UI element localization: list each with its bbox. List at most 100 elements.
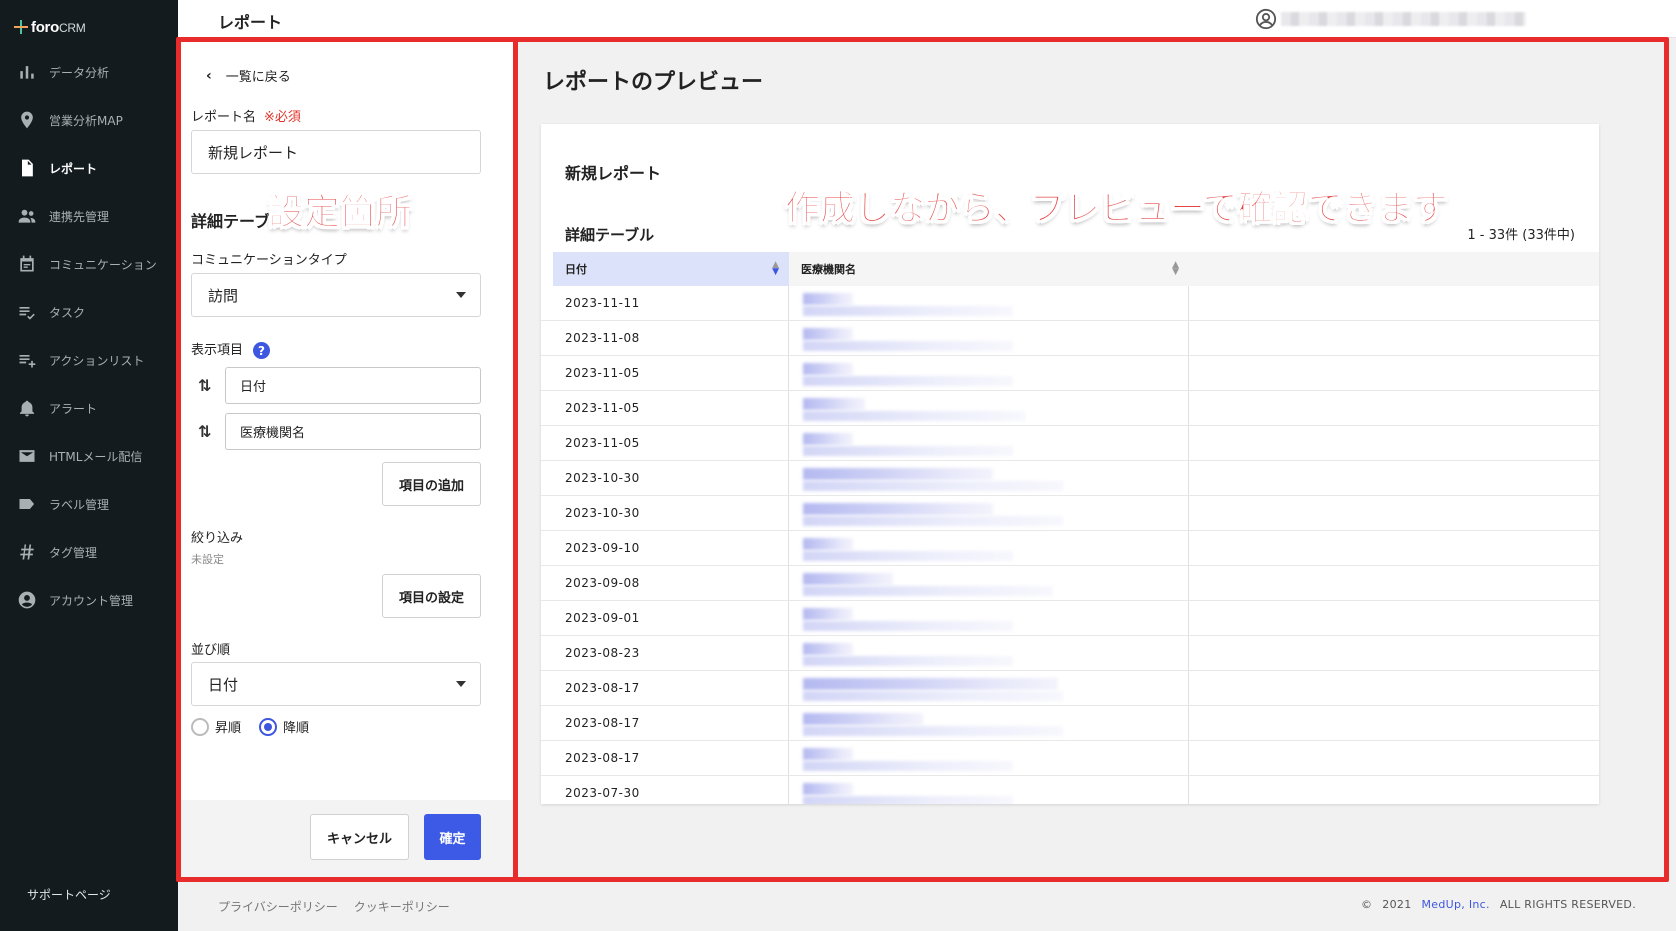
cell-date: 2023-09-01 [541, 601, 789, 635]
sidebar-item-label: アクションリスト [49, 353, 145, 368]
column-header-institution[interactable]: 医療機関名 ▲ ▼ [789, 252, 1189, 286]
cell-institution-redacted [789, 321, 1189, 355]
account-circle-icon [17, 590, 37, 610]
table-row: 2023-07-30 [541, 776, 1599, 804]
cell-date: 2023-08-17 [541, 671, 789, 705]
cell-date: 2023-10-30 [541, 461, 789, 495]
sidebar-item[interactable]: アクションリスト [0, 336, 178, 384]
redacted-text [803, 796, 1013, 804]
radio-ascending[interactable]: 昇順 [191, 717, 241, 736]
cell-institution-redacted [789, 636, 1189, 670]
sidebar-item[interactable]: レポート [0, 144, 178, 192]
drag-sort-icon[interactable]: ⇅ [198, 376, 211, 395]
user-email-redacted [1281, 12, 1526, 26]
table-row: 2023-08-17 [541, 741, 1599, 776]
sidebar-item[interactable]: アラート [0, 384, 178, 432]
cancel-button[interactable]: キャンセル [310, 814, 409, 860]
redacted-text [803, 726, 1063, 736]
sort-order-label: 並び順 [191, 643, 231, 658]
radio-button[interactable] [259, 717, 278, 736]
company-link[interactable]: MedUp, Inc. [1422, 898, 1490, 911]
redacted-text [803, 398, 865, 410]
bell-icon [17, 398, 37, 418]
radio-descending[interactable]: 降順 [259, 717, 309, 736]
row-count: 1 - 33件 (33件中) [1467, 228, 1575, 243]
table-row: 2023-10-30 [541, 496, 1599, 531]
drag-sort-icon[interactable]: ⇅ [198, 422, 211, 441]
redacted-text [803, 328, 853, 340]
back-to-list-link[interactable]: ‹ 一覧に戻る [206, 66, 291, 86]
cell-date: 2023-11-05 [541, 356, 789, 390]
cell-institution-redacted [789, 671, 1189, 705]
help-icon[interactable]: ? [253, 342, 271, 359]
sort-desc-icon[interactable]: ▲ ▼ [772, 261, 779, 277]
logo[interactable]: foroCRM [14, 17, 86, 37]
radio-ascending-label: 昇順 [215, 721, 242, 736]
sort-order-value: 日付 [208, 675, 239, 694]
label-icon [17, 494, 37, 514]
confirm-button[interactable]: 確定 [424, 814, 481, 860]
sidebar: foroCRM データ分析 営業分析MAP レポート 連携先管理 コミュニケーションタス… [0, 0, 178, 931]
cell-institution-redacted [789, 706, 1189, 740]
filter-settings-button[interactable]: 項目の設定 [382, 574, 481, 618]
redacted-text [803, 411, 1025, 421]
support-link[interactable]: サポートページ [27, 886, 111, 903]
rights-text: ALL RIGHTS RESERVED. [1499, 898, 1636, 911]
sort-order-select[interactable]: 日付 [191, 662, 481, 706]
cell-date: 2023-08-23 [541, 636, 789, 670]
sidebar-item-label: タスク [49, 305, 86, 320]
comm-type-select[interactable]: 訪問 [191, 273, 481, 317]
table-row: 2023-09-08 [541, 566, 1599, 601]
sidebar-nav: データ分析 営業分析MAP レポート 連携先管理 コミュニケーションタスクアクションリス… [0, 48, 178, 624]
table-row: 2023-10-30 [541, 461, 1599, 496]
bar-chart-icon [17, 62, 37, 82]
add-item-button[interactable]: 項目の追加 [382, 462, 481, 506]
sidebar-item[interactable]: データ分析 [0, 48, 178, 96]
cell-date: 2023-08-17 [541, 741, 789, 775]
redacted-text [803, 608, 853, 620]
sidebar-item[interactable]: 連携先管理 [0, 192, 178, 240]
radio-button[interactable] [191, 717, 209, 736]
sort-icon[interactable]: ▲ ▼ [1172, 261, 1179, 277]
sidebar-item[interactable]: アカウント管理 [0, 576, 178, 624]
mail-icon [17, 446, 37, 466]
table-row: 2023-11-05 [541, 391, 1599, 426]
table-row: 2023-11-08 [541, 321, 1599, 356]
redacted-text [803, 306, 1013, 316]
logo-text: foro [31, 18, 59, 36]
back-label: 一覧に戻る [225, 70, 291, 85]
sidebar-item-label: ラベル管理 [49, 497, 110, 512]
filter-label: 絞り込み [191, 531, 244, 546]
redacted-text [803, 468, 993, 480]
display-item-date[interactable]: 日付 [225, 367, 481, 404]
sidebar-item[interactable]: ラベル管理 [0, 480, 178, 528]
sidebar-item[interactable]: タグ管理 [0, 528, 178, 576]
report-name-input[interactable]: 新規レポート [191, 130, 481, 174]
table-row: 2023-08-17 [541, 671, 1599, 706]
calendar-icon [17, 254, 37, 274]
user-menu[interactable] [1255, 8, 1526, 30]
sidebar-item[interactable]: HTMLメール配信 [0, 432, 178, 480]
privacy-policy-link[interactable]: プライバシーポリシー [218, 898, 338, 915]
sidebar-item[interactable]: 営業分析MAP [0, 96, 178, 144]
column-header-date[interactable]: 日付 ▲ ▼ [553, 252, 789, 286]
sidebar-item-label: タグ管理 [49, 545, 98, 560]
sidebar-item[interactable]: コミュニケーション [0, 240, 178, 288]
redacted-text [803, 341, 1013, 351]
redacted-text [803, 481, 1063, 491]
copyright: © 2021 MedUp, Inc. ALL RIGHTS RESERVED. [1361, 898, 1636, 911]
cookie-policy-link[interactable]: クッキーポリシー [354, 898, 450, 915]
table-row: 2023-09-10 [541, 531, 1599, 566]
table-row: 2023-11-05 [541, 426, 1599, 461]
table-row: 2023-08-23 [541, 636, 1599, 671]
sort-direction-group: 昇順 降順 [191, 717, 309, 736]
display-item-institution[interactable]: 医療機関名 [225, 413, 481, 450]
cell-date: 2023-11-05 [541, 391, 789, 425]
sidebar-item[interactable]: タスク [0, 288, 178, 336]
account-circle-icon [1255, 8, 1277, 30]
redacted-text [803, 376, 1013, 386]
sidebar-item-label: HTMLメール配信 [49, 449, 143, 464]
dropdown-arrow-icon [456, 292, 466, 298]
redacted-text [803, 573, 893, 585]
annotation-settings: 設定箇所 [267, 192, 413, 234]
